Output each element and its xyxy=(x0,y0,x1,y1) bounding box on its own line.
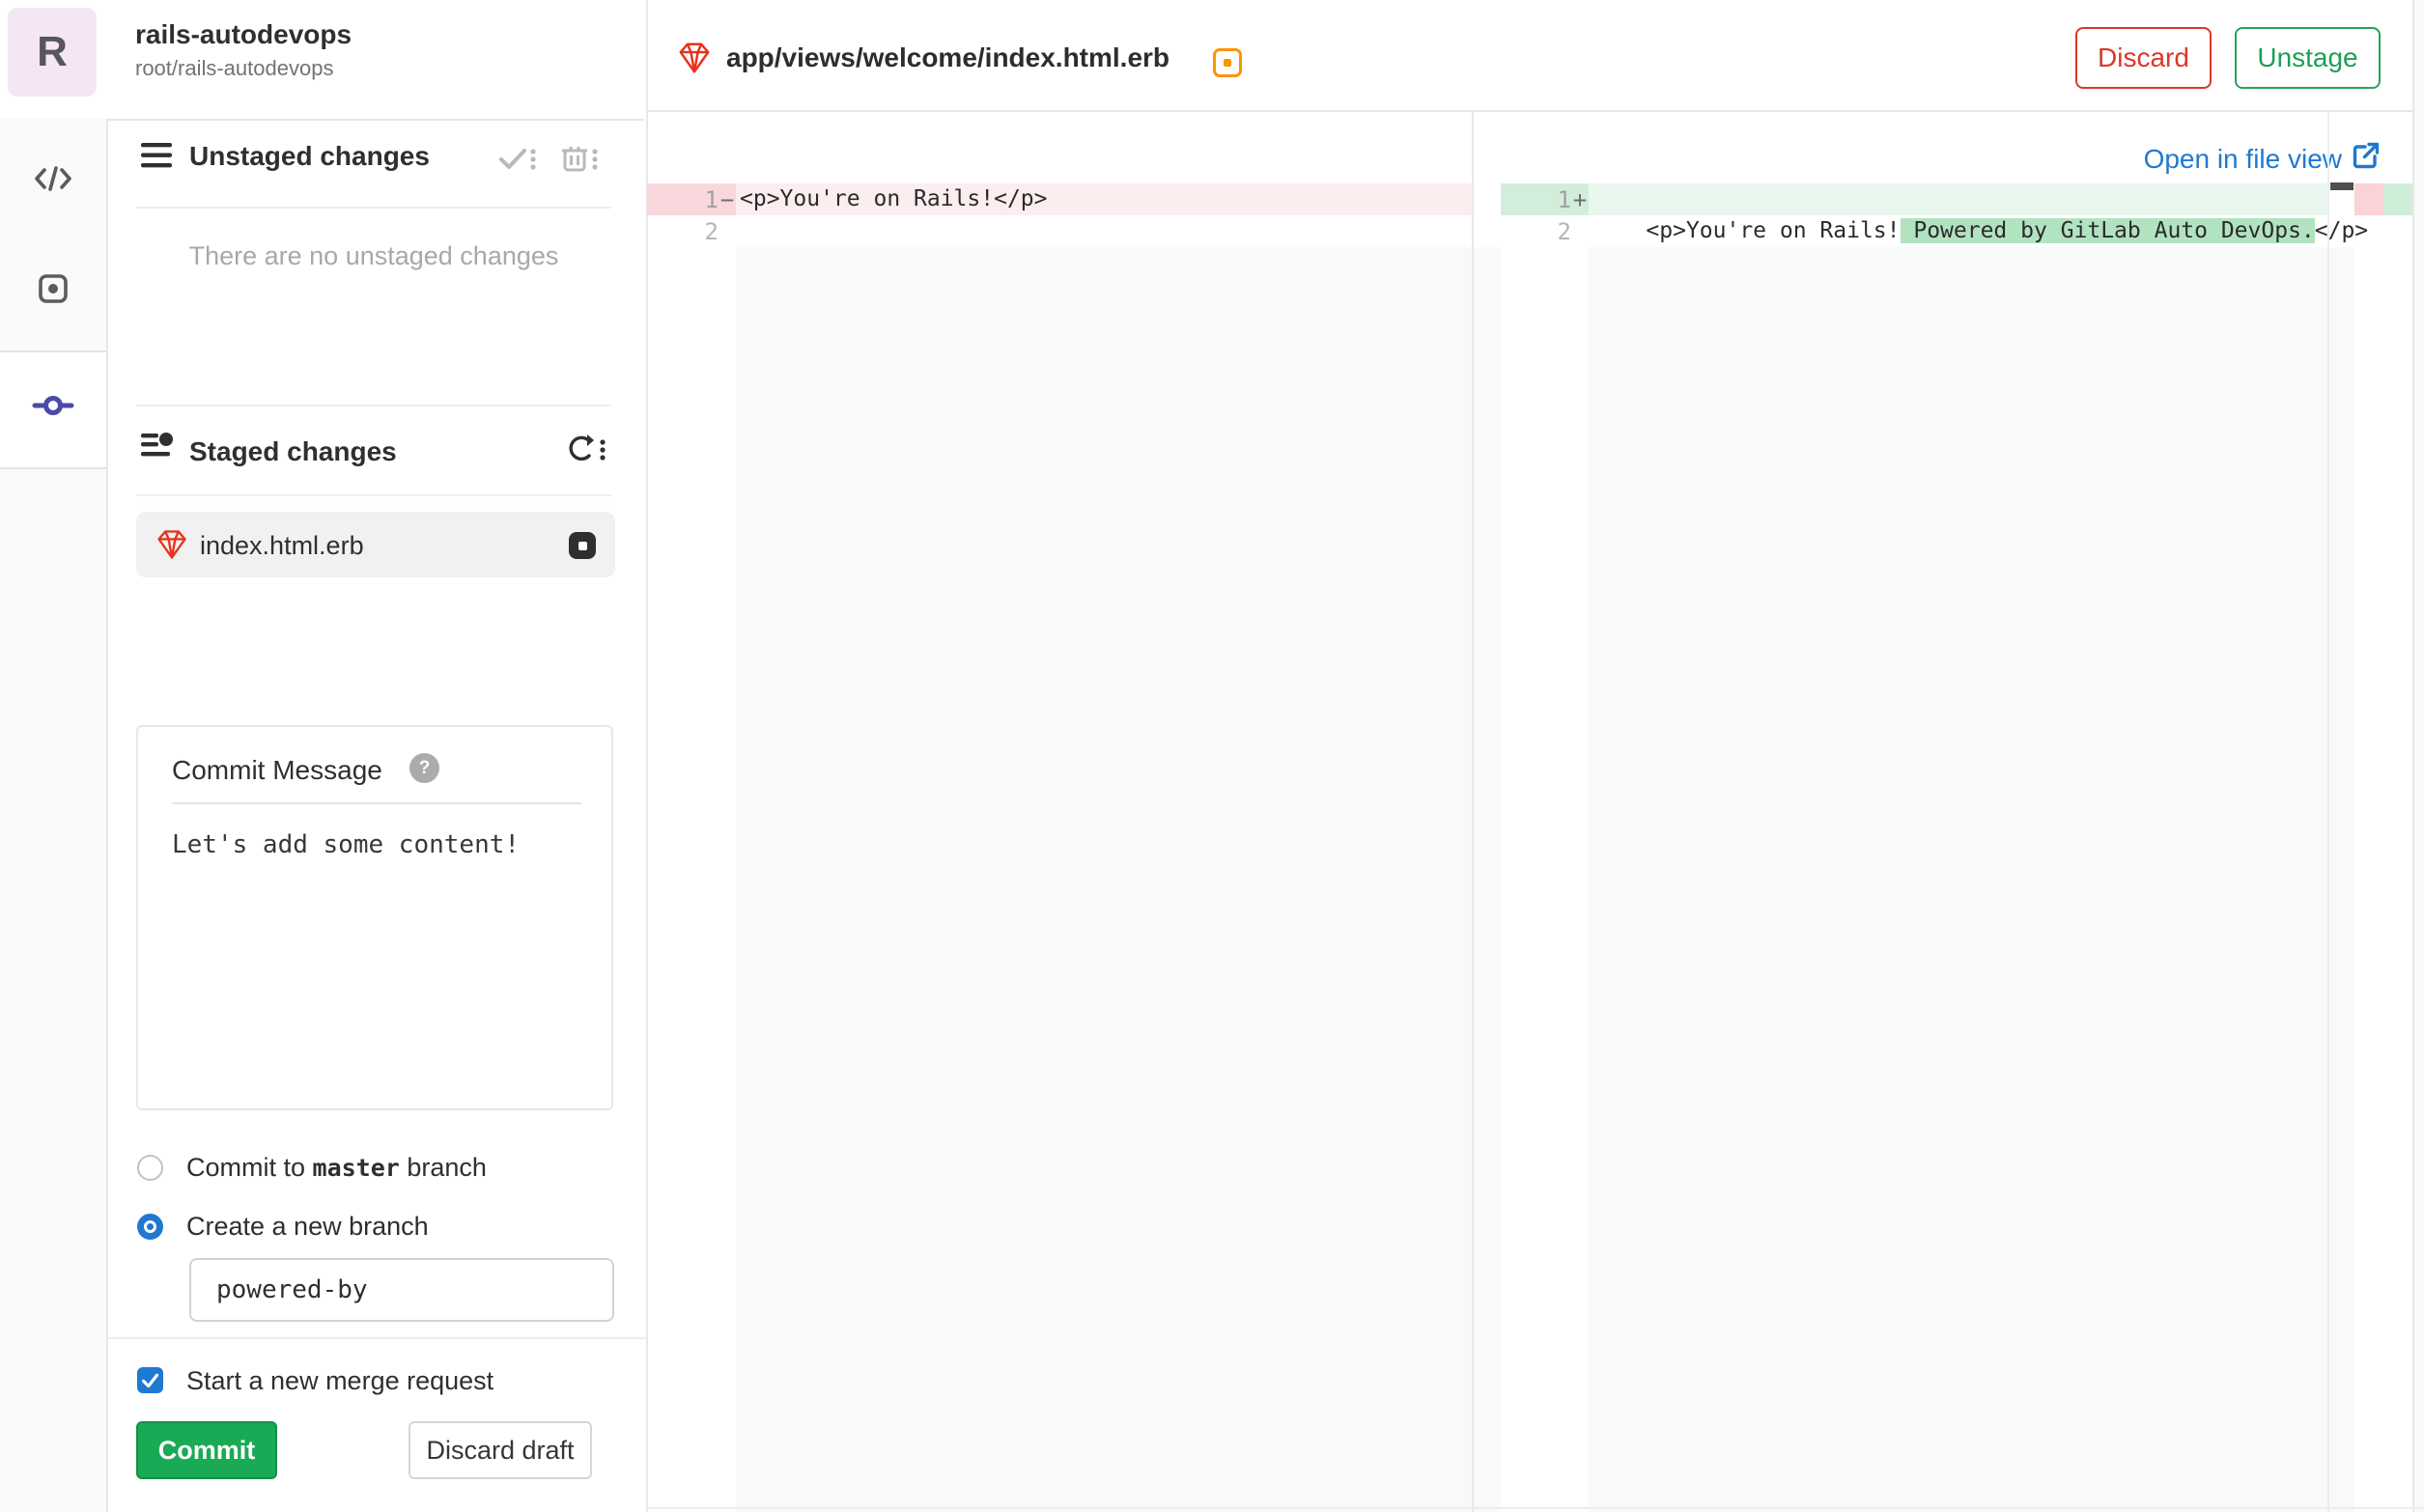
commit-to-master-label: Commit to master branch xyxy=(186,1153,487,1183)
unstaged-section-title: Unstaged changes xyxy=(189,141,430,171)
staged-list-icon xyxy=(141,432,176,465)
unstaged-empty-message: There are no unstaged changes xyxy=(188,241,559,270)
line-number: 1 xyxy=(704,185,719,213)
activity-bar xyxy=(0,119,106,1512)
divider xyxy=(136,207,611,209)
discard-button[interactable]: Discard xyxy=(2075,27,2212,89)
ruby-file-icon xyxy=(155,527,189,567)
ruler-added-mark xyxy=(2383,183,2412,215)
code-text: <p>You're on Rails! xyxy=(1646,218,1901,243)
line-number: 2 xyxy=(1557,217,1571,245)
branch-name-input[interactable]: powered-by xyxy=(189,1258,614,1322)
left-gutter-line-2: 2 xyxy=(647,215,736,247)
check-icon xyxy=(141,1373,159,1388)
commit-button[interactable]: Commit xyxy=(136,1421,277,1479)
project-name: rails-autodevops xyxy=(135,19,352,49)
code-text: </p> xyxy=(2314,218,2369,243)
added-sign: + xyxy=(1572,185,1588,213)
help-icon[interactable]: ? xyxy=(409,753,439,783)
right-scrollbar-track[interactable] xyxy=(2329,247,2354,1512)
unstage-button[interactable]: Unstage xyxy=(2235,27,2381,89)
project-avatar[interactable]: R xyxy=(8,8,97,97)
sidebar-item-edit[interactable] xyxy=(0,161,106,200)
create-new-branch-label: Create a new branch xyxy=(186,1212,429,1241)
line-number: 1 xyxy=(1557,185,1571,213)
commit-icon xyxy=(32,390,74,426)
divider xyxy=(172,802,581,804)
left-pane-background xyxy=(736,247,1472,1512)
divider xyxy=(646,110,2424,112)
master-branch-name: master xyxy=(312,1154,400,1182)
gitlab-web-ide: R rails-autodevops root/rails-autodevops… xyxy=(0,0,2424,1512)
discard-all-trash-icon[interactable] xyxy=(560,143,603,179)
edge-gutter xyxy=(2414,0,2424,1512)
added-code-line[interactable]: <p>You're on Rails! Powered by GitLab Au… xyxy=(1589,183,2368,243)
ruby-file-icon xyxy=(676,40,713,81)
divider xyxy=(136,494,611,496)
right-pane-background xyxy=(1589,247,2327,1512)
project-path: root/rails-autodevops xyxy=(135,56,334,80)
stage-all-button[interactable] xyxy=(498,145,541,179)
file-path-title: app/views/welcome/index.html.erb xyxy=(726,42,1170,72)
external-link-icon xyxy=(2352,141,2381,177)
open-in-file-view-label: Open in file view xyxy=(2143,143,2342,174)
divider xyxy=(106,1337,646,1339)
right-gutter-line-1: 1 + xyxy=(1501,183,1589,215)
discard-draft-button[interactable]: Discard draft xyxy=(409,1421,592,1479)
inserted-text: Powered by GitLab Auto DevOps. xyxy=(1900,218,2315,243)
code-icon xyxy=(34,165,72,196)
divider xyxy=(646,1507,2424,1509)
right-gutter-line-2: 2 xyxy=(1501,215,1589,247)
radio-create-new-branch[interactable] xyxy=(137,1214,163,1240)
modified-file-badge xyxy=(1213,48,1242,77)
commit-message-label: Commit Message xyxy=(172,755,382,785)
radio-commit-to-master[interactable] xyxy=(137,1155,163,1181)
label-text: branch xyxy=(399,1153,487,1182)
staged-file-name: index.html.erb xyxy=(200,531,364,560)
sidebar-item-review[interactable] xyxy=(0,273,106,308)
removed-sign: − xyxy=(719,185,735,213)
line-number: 2 xyxy=(704,217,719,245)
commit-message-text[interactable]: Let's add some content! xyxy=(172,830,520,859)
scrollbar-slider[interactable] xyxy=(2330,182,2354,190)
review-icon xyxy=(38,273,69,309)
divider xyxy=(136,405,611,406)
label-text: Commit to xyxy=(186,1153,313,1182)
left-scrollbar-track[interactable] xyxy=(1474,247,1501,1512)
left-gutter-line-1: 1 − xyxy=(647,183,736,215)
merge-request-checkbox[interactable] xyxy=(137,1367,163,1393)
open-in-file-view-link[interactable]: Open in file view xyxy=(2144,141,2381,177)
removed-code-line[interactable]: <p>You're on Rails!</p> xyxy=(736,183,1472,215)
menu-icon xyxy=(141,142,174,174)
merge-request-label: Start a new merge request xyxy=(186,1366,494,1395)
ruler-removed-mark xyxy=(2354,183,2383,215)
sidebar-item-commit[interactable] xyxy=(0,350,106,469)
staged-section-title: Staged changes xyxy=(189,436,397,466)
staged-modified-badge xyxy=(569,532,596,559)
unstage-all-undo-icon[interactable] xyxy=(564,434,608,470)
